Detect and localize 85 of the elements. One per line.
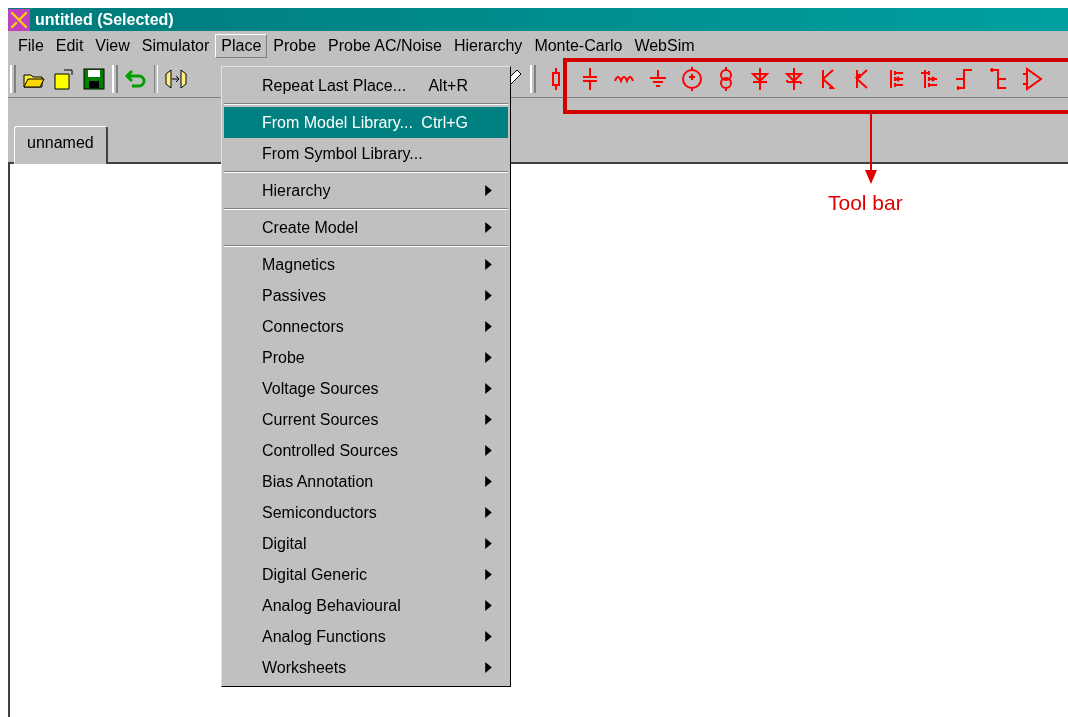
document-tab[interactable]: unnamed [14, 126, 108, 164]
menu-item-label: Repeat Last Place... [262, 76, 408, 95]
menu-item-label: Connectors [262, 317, 345, 336]
menu-bar-item[interactable]: Simulator [135, 34, 216, 58]
submenu-arrow-icon [485, 290, 492, 301]
menu-item[interactable]: Repeat Last Place... Alt+R [224, 70, 508, 101]
menu-item[interactable]: Probe [224, 342, 508, 373]
submenu-arrow-icon [485, 507, 492, 518]
submenu-arrow-icon [485, 445, 492, 456]
menu-item-label: Magnetics [262, 255, 336, 274]
submenu-arrow-icon [485, 569, 492, 580]
window-title: untitled (Selected) [35, 10, 174, 29]
menu-item[interactable]: Passives [224, 280, 508, 311]
mosfet-icon[interactable] [954, 66, 974, 92]
shortcut-label: Alt+R [428, 76, 468, 95]
menu-bar-item[interactable]: Place [215, 34, 268, 58]
menu-item-label: Voltage Sources [262, 379, 380, 398]
menu-item-label: Create Model [262, 218, 360, 237]
menu-bar-item[interactable]: Monte-Carlo [528, 34, 629, 58]
submenu-arrow-icon [485, 185, 492, 196]
menu-item-label: Controlled Sources [262, 441, 400, 460]
menu-item-label: From Model Library... [262, 113, 414, 132]
menu-item[interactable]: Worksheets [224, 652, 508, 683]
submenu-arrow-icon [485, 352, 492, 363]
mirror-icon[interactable] [164, 67, 188, 91]
folder-icon[interactable] [52, 67, 76, 91]
submenu-arrow-icon [485, 321, 492, 332]
submenu-arrow-icon [485, 538, 492, 549]
menu-item-label: From Symbol Library... [262, 144, 424, 163]
menu-bar-item[interactable]: WebSim [628, 34, 701, 58]
menu-item[interactable]: Analog Behavioural [224, 590, 508, 621]
menu-item[interactable]: Digital [224, 528, 508, 559]
menu-item-label: Worksheets [262, 658, 348, 677]
toolbar-grip[interactable] [530, 65, 536, 93]
menu-item-label: Hierarchy [262, 181, 332, 200]
arrow [864, 114, 878, 184]
menu-item[interactable]: Create Model [224, 212, 508, 243]
menu-bar-item[interactable]: Probe AC/Noise [322, 34, 448, 58]
menu-item-label: Passives [262, 286, 328, 305]
submenu-arrow-icon [485, 222, 492, 233]
menu-item-label: Analog Behavioural [262, 596, 402, 615]
menu-item[interactable]: Digital Generic [224, 559, 508, 590]
menu-item[interactable]: From Symbol Library... [224, 138, 508, 169]
menu-item-label: Current Sources [262, 410, 380, 429]
submenu-arrow-icon [485, 383, 492, 394]
save-icon[interactable] [82, 67, 106, 91]
menu-item[interactable]: Current Sources [224, 404, 508, 435]
submenu-arrow-icon [485, 414, 492, 425]
menu-item-label: Semiconductors [262, 503, 378, 522]
submenu-arrow-icon [485, 259, 492, 270]
voltage-source-icon[interactable] [682, 66, 702, 92]
menu-item-label: Digital [262, 534, 308, 553]
menu-bar-item[interactable]: Hierarchy [447, 34, 529, 58]
menu-item[interactable]: Hierarchy [224, 175, 508, 206]
menu-item[interactable]: Semiconductors [224, 497, 508, 528]
menu-bar-item[interactable]: Edit [49, 34, 90, 58]
menu-bar-item[interactable]: File [12, 34, 50, 58]
submenu-arrow-icon [485, 631, 492, 642]
menu-item[interactable]: Voltage Sources [224, 373, 508, 404]
shortcut-label: Ctrl+G [421, 113, 468, 132]
diode-icon[interactable] [784, 66, 804, 92]
toolbar-grip[interactable] [10, 65, 16, 93]
menu-item-label: Digital Generic [262, 565, 368, 584]
menu-item[interactable]: Connectors [224, 311, 508, 342]
menu-bar-item[interactable]: View [89, 34, 136, 58]
menu-item[interactable]: Magnetics [224, 249, 508, 280]
submenu-arrow-icon [485, 600, 492, 611]
amplifier-icon[interactable] [1022, 66, 1042, 92]
undo-icon[interactable] [124, 67, 148, 91]
menu-item-label: Probe [262, 348, 306, 367]
toolbar-grip[interactable] [112, 65, 118, 93]
menu-bar-item[interactable]: Probe [267, 34, 323, 58]
app-icon [8, 8, 30, 31]
submenu-arrow-icon [485, 476, 492, 487]
annotation-label: Tool bar [828, 191, 903, 215]
submenu-arrow-icon [485, 662, 492, 673]
menu-item[interactable]: Controlled Sources [224, 435, 508, 466]
diode-icon[interactable] [750, 66, 770, 92]
menu-item-label: Analog Functions [262, 627, 387, 646]
mosfet-icon[interactable] [988, 66, 1008, 92]
menu-item-label: Bias Annotation [262, 472, 375, 491]
menu-item[interactable]: Bias Annotation [224, 466, 508, 497]
menu-item[interactable]: From Model Library... Ctrl+G [224, 107, 508, 138]
capacitor-icon[interactable] [580, 66, 600, 92]
menu-item[interactable]: Analog Functions [224, 621, 508, 652]
